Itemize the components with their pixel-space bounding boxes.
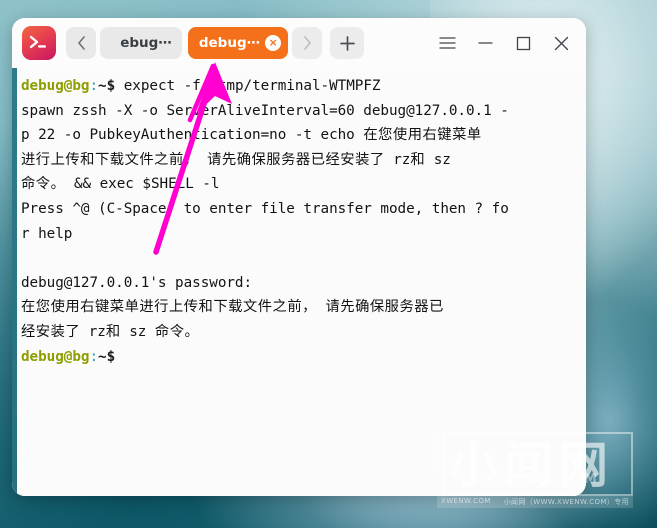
terminal-text-cjk: 在您使用右键菜单进行上传和下载文件之前， xyxy=(21,299,317,316)
terminal-text-cjk: 和 xyxy=(105,323,121,340)
window-titlebar: ebug⋯ debug⋯ × xyxy=(12,18,586,68)
terminal-text-cjk: 经安装了 xyxy=(21,323,81,340)
tab-label: debug⋯ xyxy=(198,35,261,51)
terminal-text: rz xyxy=(384,151,411,168)
terminal-prompt-path: ~$ xyxy=(98,348,116,365)
watermark-side-strip: XWENW.COM xyxy=(437,432,445,496)
terminal-line: 命令。 && exec $SHELL -l xyxy=(21,172,586,197)
terminal-prompt-user: debug@bg xyxy=(21,78,90,94)
terminal-line: debug@bg:~$ expect -f /tmp/terminal-WTMP… xyxy=(21,74,586,99)
terminal-text: expect -f /tmp/terminal-WTMPFZ xyxy=(115,78,381,94)
terminal-text-cjk: 请先确保服务器已 xyxy=(325,299,444,316)
terminal-line: debug@127.0.0.1's password: xyxy=(21,271,586,296)
tab-debug-2-active[interactable]: debug⋯ × xyxy=(188,27,288,59)
watermark-domain: XWENW.COM xyxy=(485,472,599,487)
terminal-text-cjk: 在您使用右键菜单 xyxy=(363,127,482,144)
watermark-footer-right: 小闻网（WWW.XWENW.COM）专用 xyxy=(503,498,629,506)
tab-debug-1[interactable]: ebug⋯ xyxy=(100,27,182,59)
tab-scroll-forward-button[interactable] xyxy=(292,27,322,59)
terminal-prompt-colon: : xyxy=(89,348,99,365)
terminal-text: r help xyxy=(21,225,73,242)
terminal-text-cjk: 请先确保服务器已经安装了 xyxy=(207,151,385,168)
terminal-text: spawn zssh -X -o ServerAliveInterval=60 … xyxy=(21,102,509,119)
terminal-prompt-path: ~$ xyxy=(98,78,116,94)
terminal-line: debug@bg:~$ xyxy=(21,345,586,370)
terminal-text: debug@127.0.0.1's password: xyxy=(21,274,253,291)
terminal-window: ebug⋯ debug⋯ × debug@bg:~$ expect -f /tm… xyxy=(12,18,586,496)
maximize-icon[interactable] xyxy=(504,23,542,63)
watermark: 小闻网 XWENW.COM XWENW.COM XWENW.COM 小闻网（WW… xyxy=(437,432,633,508)
terminal-text-cjk: 命令。 xyxy=(154,323,200,340)
terminal-line: 进行上传和下载文件之前， 请先确保服务器已经安装了 rz和 sz xyxy=(21,148,586,173)
watermark-footer-left: XWENW.COM xyxy=(441,497,491,505)
terminal-text: Press ^@ (C-Space) to enter file transfe… xyxy=(21,200,509,217)
terminal-prompt-colon: : xyxy=(89,78,99,94)
terminal-line: Press ^@ (C-Space) to enter file transfe… xyxy=(21,197,586,222)
minimize-icon[interactable] xyxy=(466,23,504,63)
terminal-line: 经安装了 rz和 sz 命令。 xyxy=(21,320,586,345)
watermark-title: 小闻网 xyxy=(449,437,615,494)
terminal-text-cjk: 进行上传和下载文件之前， xyxy=(21,151,199,168)
tab-label: ebug⋯ xyxy=(120,35,172,51)
terminal-line: p 22 -o PubkeyAuthentication=no -t echo … xyxy=(21,123,586,148)
terminal-prompt-user: debug@bg xyxy=(21,348,90,365)
terminal-line: r help xyxy=(21,222,586,247)
tab-scroll-back-button[interactable] xyxy=(66,27,96,59)
terminal-text-cjk: 和 xyxy=(410,151,426,168)
terminal-icon xyxy=(22,26,56,60)
terminal-text-cjk: 命令。 xyxy=(21,176,66,193)
close-icon[interactable] xyxy=(542,23,580,63)
tab-close-icon[interactable]: × xyxy=(265,35,282,51)
terminal-line: 在您使用右键菜单进行上传和下载文件之前， 请先确保服务器已 xyxy=(21,295,586,320)
watermark-side-text: XWENW.COM xyxy=(438,432,445,472)
terminal-text: rz xyxy=(80,323,106,340)
terminal-line: spawn zssh -X -o ServerAliveInterval=60 … xyxy=(21,99,586,124)
terminal-text: sz xyxy=(120,323,155,340)
watermark-footer-bar: XWENW.COM 小闻网（WWW.XWENW.COM）专用 xyxy=(437,496,633,508)
terminal-text: && exec $SHELL -l xyxy=(65,176,220,193)
hamburger-icon[interactable] xyxy=(428,23,466,63)
terminal-text: p 22 -o PubkeyAuthentication=no -t echo xyxy=(21,127,364,144)
desktop-background: ebug⋯ debug⋯ × debug@bg:~$ expect -f /tm… xyxy=(0,0,657,528)
new-tab-button[interactable] xyxy=(330,27,364,59)
terminal-text: sz xyxy=(425,151,451,168)
